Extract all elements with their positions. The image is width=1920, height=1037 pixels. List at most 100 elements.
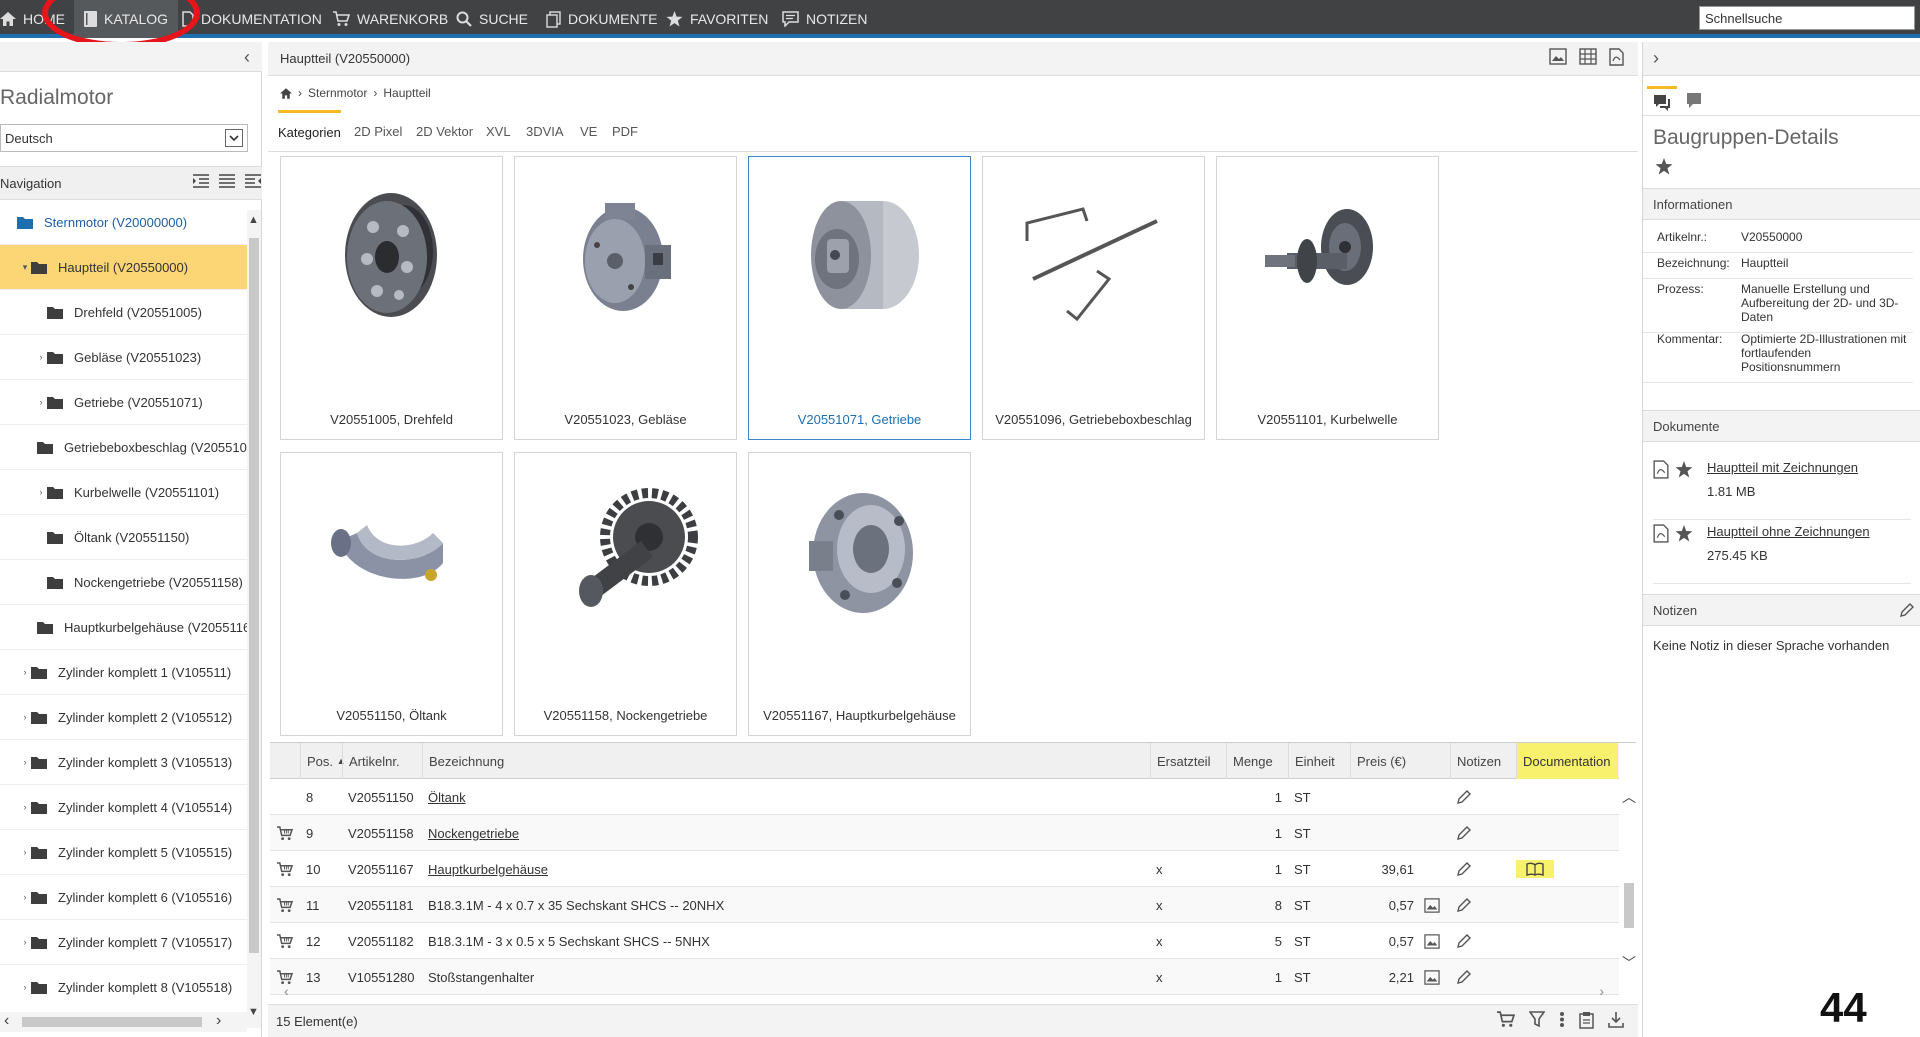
tab-details[interactable]: [1647, 86, 1677, 116]
nav-notizen[interactable]: NOTIZEN: [782, 0, 867, 38]
column-header-menge[interactable]: Menge: [1226, 743, 1288, 779]
tree-scrollbar[interactable]: ▲ ▼: [247, 210, 261, 1028]
document-item[interactable]: Hauptteil mit Zeichnungen 1.81 MB: [1653, 456, 1911, 520]
tab-ve[interactable]: VE: [580, 110, 597, 152]
tree-item[interactable]: › Zylinder komplett 7 (V105517): [0, 920, 247, 965]
breadcrumb-item-sternmotor[interactable]: Sternmotor: [308, 86, 367, 100]
nav-warenkorb[interactable]: WARENKORB: [332, 0, 448, 38]
tab-pdf[interactable]: PDF: [612, 110, 638, 152]
edit-note-pencil-icon[interactable]: [1456, 923, 1472, 959]
tree-item[interactable]: › Getriebe (V20551071): [0, 380, 247, 425]
part-name[interactable]: Nockengetriebe: [428, 826, 519, 841]
chevron-down-icon[interactable]: ﹀: [1622, 953, 1636, 973]
cell-bezeichnung[interactable]: Nockengetriebe: [428, 815, 519, 851]
document-item[interactable]: Hauptteil ohne Zeichnungen 275.45 KB: [1653, 520, 1911, 584]
part-card-oeltank[interactable]: V20551150, Öltank: [280, 452, 503, 736]
part-image-icon[interactable]: [1424, 923, 1440, 959]
tree-expand-icon[interactable]: ▾: [20, 262, 30, 273]
tab-xvl[interactable]: XVL: [486, 110, 511, 152]
collapse-left-panel-button[interactable]: ‹: [0, 42, 262, 72]
column-header-ersatzteil[interactable]: Ersatzteil: [1150, 743, 1226, 779]
add-all-to-cart-icon[interactable]: [1496, 1011, 1515, 1029]
chevron-right-icon[interactable]: ›: [1599, 983, 1604, 999]
edit-note-pencil-icon[interactable]: [1456, 887, 1472, 923]
edit-note-pencil-icon[interactable]: [1456, 779, 1472, 815]
tree-item[interactable]: › Zylinder komplett 1 (V105511): [0, 650, 247, 695]
tree-expand-icon[interactable]: ›: [20, 847, 30, 857]
table-view-icon[interactable]: [1579, 48, 1597, 66]
collapse-right-panel-button[interactable]: ›: [1643, 42, 1920, 76]
tree-horizontal-scrollbar[interactable]: ‹ ›: [0, 1012, 247, 1032]
tree-expand-icon[interactable]: ›: [36, 487, 46, 497]
part-card-nockengetriebe[interactable]: V20551158, Nockengetriebe: [514, 452, 737, 736]
tree-item[interactable]: › Zylinder komplett 5 (V105515): [0, 830, 247, 875]
list-view-icon[interactable]: [218, 173, 236, 189]
edit-note-pencil-icon[interactable]: [1456, 851, 1472, 887]
tab-2d-vektor[interactable]: 2D Vektor: [416, 110, 473, 152]
tree-item[interactable]: ▾ Hauptteil (V20550000): [0, 245, 247, 290]
table-scroll-thumb[interactable]: [1624, 883, 1634, 928]
breadcrumb-item-hauptteil[interactable]: Hauptteil: [383, 86, 430, 100]
image-view-icon[interactable]: [1549, 48, 1567, 66]
tree-expand-icon[interactable]: ›: [36, 352, 46, 362]
tab-comments[interactable]: [1679, 86, 1709, 116]
table-row[interactable]: 8 V20551150 Öltank 1 ST: [270, 779, 1619, 815]
tree-expand-icon[interactable]: ›: [20, 712, 30, 722]
quick-search-input[interactable]: [1699, 6, 1915, 30]
add-to-cart-icon[interactable]: [276, 851, 293, 887]
document-link[interactable]: Hauptteil ohne Zeichnungen: [1707, 524, 1870, 539]
part-name[interactable]: Öltank: [428, 790, 466, 805]
favorite-star-icon[interactable]: [1655, 158, 1673, 175]
chevron-down-icon[interactable]: ▼: [248, 1006, 259, 1018]
cell-bezeichnung[interactable]: Hauptkurbelgehäuse: [428, 851, 548, 887]
chevron-left-icon[interactable]: ‹: [284, 983, 289, 999]
nav-favoriten[interactable]: FAVORITEN: [666, 0, 768, 38]
documentation-book-icon[interactable]: [1516, 851, 1554, 887]
nav-dokumentation[interactable]: DOKUMENTATION: [182, 0, 322, 38]
add-to-cart-icon[interactable]: [276, 923, 293, 959]
document-link[interactable]: Hauptteil mit Zeichnungen: [1707, 460, 1858, 475]
column-header-notizen[interactable]: Notizen: [1450, 743, 1514, 779]
table-row[interactable]: 12 V20551182 B18.3.1M - 3 x 0.5 x 5 Sechsk…: [270, 923, 1619, 959]
tree-item[interactable]: Drehfeld (V20551005): [0, 290, 247, 335]
nav-katalog[interactable]: KATALOG: [74, 0, 179, 38]
nav-suche[interactable]: SUCHE: [456, 0, 528, 38]
column-header-bezeichnung[interactable]: Bezeichnung: [422, 743, 1152, 779]
tree-item[interactable]: › Zylinder komplett 4 (V105514): [0, 785, 247, 830]
edit-note-pencil-icon[interactable]: [1456, 815, 1472, 851]
part-card-hauptkurbelgehaeuse[interactable]: V20551167, Hauptkurbelgehäuse: [748, 452, 971, 736]
nav-dokumente[interactable]: DOKUMENTE: [546, 0, 657, 38]
nav-home[interactable]: HOME: [0, 0, 65, 38]
outdent-tree-icon[interactable]: [244, 173, 262, 189]
tab-kategorien[interactable]: Kategorien: [278, 110, 341, 152]
tree-item[interactable]: Hauptkurbelgehäuse (V20551167): [0, 605, 247, 650]
tree-item[interactable]: › Zylinder komplett 8 (V105518): [0, 965, 247, 1000]
language-select[interactable]: Deutsch: [0, 124, 248, 152]
chevron-left-icon[interactable]: ‹: [4, 1012, 9, 1030]
clipboard-icon[interactable]: [1579, 1011, 1594, 1029]
edit-pencil-icon[interactable]: [1899, 602, 1915, 618]
tab-3dvia[interactable]: 3DVIA: [526, 110, 564, 152]
part-card-getriebe[interactable]: V20551071, Getriebe: [748, 156, 971, 440]
tree-expand-icon[interactable]: ›: [20, 892, 30, 902]
add-to-cart-icon[interactable]: [276, 887, 293, 923]
chevron-up-icon[interactable]: ︿: [1622, 787, 1636, 807]
column-header-preis[interactable]: Preis (€): [1350, 743, 1450, 779]
tree-item[interactable]: Nockengetriebe (V20551158): [0, 560, 247, 605]
favorite-star-icon[interactable]: [1675, 525, 1693, 542]
home-icon[interactable]: [280, 87, 292, 99]
tree-item[interactable]: Sternmotor (V20000000): [0, 200, 247, 245]
tree-expand-icon[interactable]: ›: [20, 802, 30, 812]
tree-expand-icon[interactable]: ›: [36, 397, 46, 407]
download-icon[interactable]: [1608, 1011, 1624, 1029]
table-row[interactable]: 11 V20551181 B18.3.1M - 4 x 0.7 x 35 Sechs…: [270, 887, 1619, 923]
tree-expand-icon[interactable]: ›: [20, 937, 30, 947]
tree-expand-icon[interactable]: ›: [20, 667, 30, 677]
favorite-star-icon[interactable]: [1675, 461, 1693, 478]
part-card-geblaese[interactable]: V20551023, Gebläse: [514, 156, 737, 440]
column-header-documentation[interactable]: Documentation: [1516, 743, 1618, 779]
table-scrollbar[interactable]: ︿ ﹀: [1622, 783, 1636, 973]
column-header-artikelnr[interactable]: Artikelnr.: [342, 743, 420, 779]
indent-tree-icon[interactable]: [192, 173, 210, 189]
table-row[interactable]: 9 V20551158 Nockengetriebe 1 ST: [270, 815, 1619, 851]
